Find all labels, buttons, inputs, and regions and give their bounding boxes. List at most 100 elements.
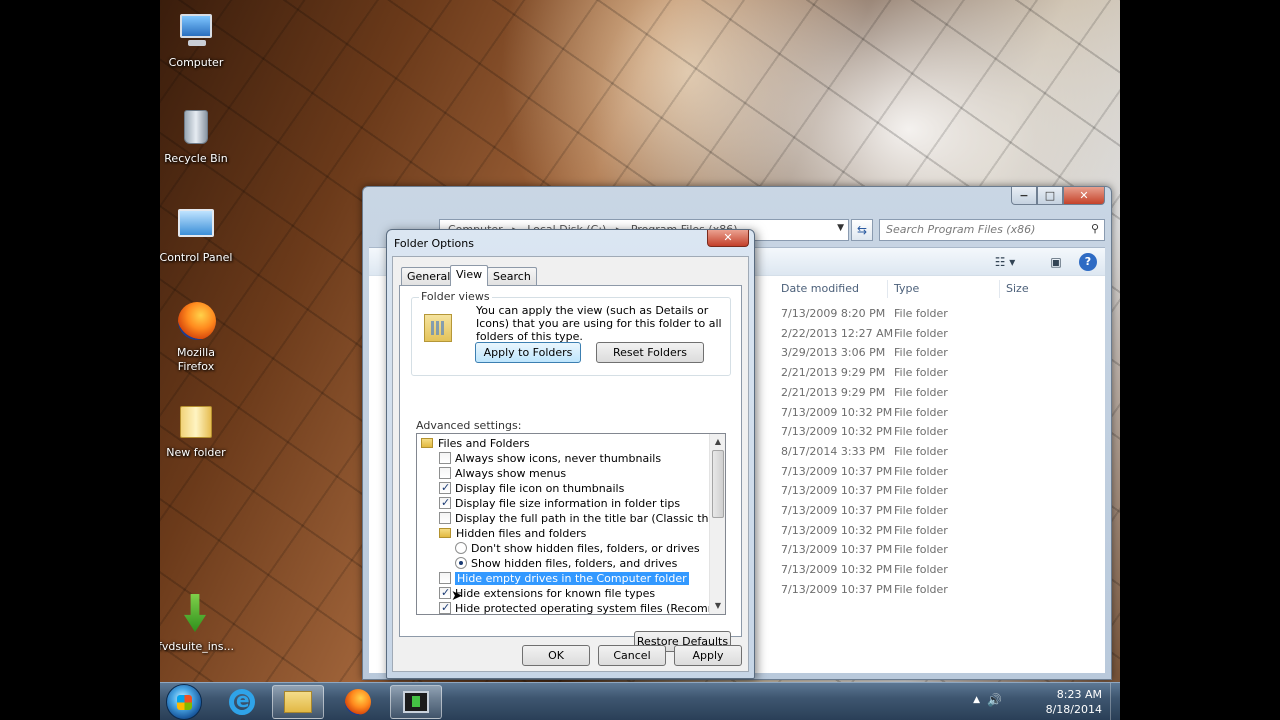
dialog-title: Folder Options xyxy=(394,237,474,250)
chevron-down-icon[interactable]: ▼ xyxy=(837,223,844,233)
scroll-down-icon[interactable]: ▼ xyxy=(710,598,725,614)
desktop-icon-firefox[interactable]: Mozilla Firefox xyxy=(160,300,236,374)
tree-item-label: Display the full path in the title bar (… xyxy=(455,512,725,525)
apply-to-folders-button[interactable]: Apply to Folders xyxy=(475,342,581,363)
checkbox[interactable] xyxy=(439,495,451,510)
row-type: File folder xyxy=(894,543,948,557)
row-date-modified: 7/13/2009 10:32 PM xyxy=(781,523,893,537)
row-type: File folder xyxy=(894,504,948,517)
advanced-settings-label: Advanced settings: xyxy=(416,419,522,432)
tree-checkbox-option[interactable]: Hide empty drives in the Computer folder xyxy=(439,571,689,586)
command-prompt-icon xyxy=(403,691,429,713)
window-controls: − □ ✕ xyxy=(1011,187,1105,205)
tree-checkbox-option[interactable]: Display the full path in the title bar (… xyxy=(439,511,725,526)
row-type: File folder xyxy=(894,582,948,596)
column-type[interactable]: Type xyxy=(894,282,919,295)
start-button[interactable] xyxy=(166,684,202,720)
row-type: File folder xyxy=(894,405,948,419)
maximize-button[interactable]: □ xyxy=(1037,187,1063,205)
ok-button[interactable]: OK xyxy=(522,645,590,666)
row-date-modified: 7/13/2009 10:32 PM xyxy=(781,563,893,577)
checkbox[interactable] xyxy=(439,512,451,524)
show-hidden-icons-icon[interactable]: ▲ xyxy=(973,695,980,705)
tree-checkbox-option[interactable]: Always show menus xyxy=(439,466,566,481)
row-type: File folder xyxy=(894,523,948,537)
taskbar-windows-explorer[interactable] xyxy=(272,685,324,719)
tree-checkbox-option[interactable]: Always show icons, never thumbnails xyxy=(439,451,661,466)
tab-general[interactable]: General xyxy=(401,267,457,285)
internet-explorer-icon xyxy=(229,688,255,715)
close-button[interactable]: ✕ xyxy=(1063,187,1105,205)
row-date-modified: 7/13/2009 8:20 PM xyxy=(781,307,886,320)
taskbar-firefox[interactable] xyxy=(332,685,384,719)
tree-radio-option[interactable]: Show hidden files, folders, and drives xyxy=(455,556,677,571)
scrollbar-thumb[interactable] xyxy=(712,450,724,518)
tree-item-label: Files and Folders xyxy=(438,437,530,450)
desktop-icon-new-folder[interactable]: New folder xyxy=(160,400,236,459)
reset-folders-button[interactable]: Reset Folders xyxy=(596,342,704,363)
search-input[interactable]: Search Program Files (x86) ⚲ xyxy=(879,219,1105,241)
desktop-icon-label: Recycle Bin xyxy=(164,152,228,165)
row-type: File folder xyxy=(894,464,948,478)
desktop-icon-computer[interactable]: Computer xyxy=(160,10,236,69)
refresh-button[interactable]: ⇆ xyxy=(851,219,873,241)
tree-item-label: Always show icons, never thumbnails xyxy=(455,452,662,465)
column-date-modified[interactable]: Date modified xyxy=(781,282,859,295)
volume-icon[interactable]: 🔊 xyxy=(987,693,1002,707)
row-type: File folder xyxy=(894,563,948,577)
dialog-close-button[interactable]: ✕ xyxy=(707,230,749,247)
checkbox[interactable] xyxy=(439,585,451,600)
column-size[interactable]: Size xyxy=(1006,282,1029,295)
tree-item-label: Hide empty drives in the Computer folder xyxy=(455,572,689,585)
tree-item-label: Display file size information in folder … xyxy=(455,497,681,510)
scroll-up-icon[interactable]: ▲ xyxy=(710,434,725,450)
tree-item-label: Hide extensions for known file types xyxy=(455,587,656,600)
row-type: File folder xyxy=(894,484,948,498)
folder-views-group: Folder views You can apply the view (suc… xyxy=(411,290,731,376)
tree-checkbox-option[interactable]: Display file icon on thumbnails xyxy=(439,480,625,496)
radio-button[interactable] xyxy=(455,542,467,554)
dialog-body: General View Search Folder views You can… xyxy=(392,256,749,672)
mouse-cursor-icon: ➤ xyxy=(451,588,463,604)
radio-button[interactable] xyxy=(455,557,467,569)
checkbox[interactable] xyxy=(439,480,451,495)
desktop-icon-recycle-bin[interactable]: Recycle Bin xyxy=(160,106,236,165)
tree-checkbox-option[interactable]: Hide extensions for known file types xyxy=(439,585,656,601)
column-separator xyxy=(999,280,1000,298)
minimize-button[interactable]: − xyxy=(1011,187,1037,205)
taskbar-internet-explorer[interactable] xyxy=(216,685,268,719)
tree-checkbox-option[interactable]: Display file size information in folder … xyxy=(439,495,681,511)
view-options-icon[interactable]: ☷ ▾ xyxy=(989,253,1021,271)
tree-item-label: Display file icon on thumbnails xyxy=(455,482,625,495)
show-desktop-button[interactable] xyxy=(1110,683,1120,720)
clock-time: 8:23 AM xyxy=(1056,688,1102,701)
row-type: File folder xyxy=(894,307,948,320)
row-date-modified: 7/13/2009 10:37 PM xyxy=(781,543,893,557)
help-icon[interactable]: ? xyxy=(1079,253,1097,271)
row-date-modified: 2/22/2013 12:27 AM xyxy=(781,326,894,340)
tree-scrollbar[interactable]: ▲ ▼ xyxy=(709,434,725,614)
desktop-icon-fvdsuite[interactable]: fvdsuite_ins... xyxy=(160,594,236,653)
row-type: File folder xyxy=(894,326,948,340)
checkbox[interactable] xyxy=(439,452,451,464)
column-separator xyxy=(887,280,888,298)
tab-search[interactable]: Search xyxy=(487,267,537,285)
checkbox[interactable] xyxy=(439,600,451,614)
desktop-icon-control-panel[interactable]: Control Panel xyxy=(160,205,236,264)
checkbox[interactable] xyxy=(439,572,451,584)
tree-checkbox-option[interactable]: Hide protected operating system files (R… xyxy=(439,600,725,615)
preview-pane-icon[interactable]: ▣ xyxy=(1047,253,1065,271)
checkbox[interactable] xyxy=(439,467,451,479)
apply-button[interactable]: Apply xyxy=(674,645,742,666)
clock[interactable]: 8:23 AM 8/18/2014 xyxy=(1032,687,1102,717)
firefox-icon xyxy=(345,689,371,715)
cancel-button[interactable]: Cancel xyxy=(598,645,666,666)
row-date-modified: 7/13/2009 10:32 PM xyxy=(781,425,893,439)
tree-item-label: Hide protected operating system files (R… xyxy=(455,602,725,615)
row-date-modified: 7/13/2009 10:37 PM xyxy=(781,504,893,517)
tab-view[interactable]: View xyxy=(450,265,489,286)
tree-radio-option[interactable]: Don't show hidden files, folders, or dri… xyxy=(455,541,700,556)
row-type: File folder xyxy=(894,366,948,380)
taskbar-command-prompt[interactable] xyxy=(390,685,442,719)
row-date-modified: 2/21/2013 9:29 PM xyxy=(781,385,886,399)
